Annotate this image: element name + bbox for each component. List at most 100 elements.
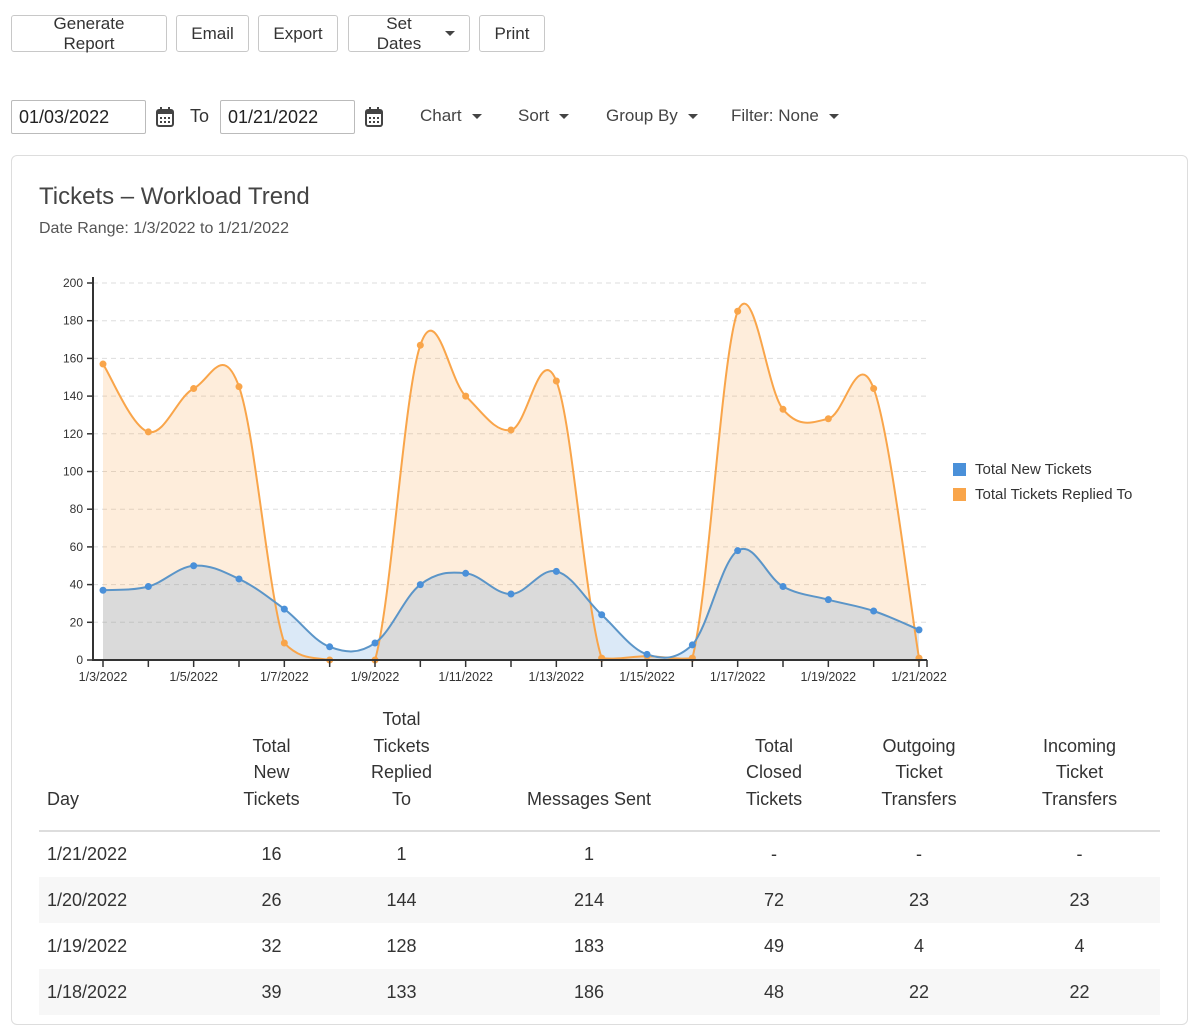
table-header-row: Day Total New Tickets Total Tickets Replied To M… xyxy=(39,706,1160,832)
table-cell: 1/20/2022 xyxy=(39,877,209,923)
report-title: Tickets – Workload Trend xyxy=(39,183,310,210)
column-header-text: Transfers xyxy=(1041,788,1118,809)
chart-dropdown[interactable]: Chart xyxy=(420,106,482,126)
filter-dropdown-label: Filter: None xyxy=(731,106,819,125)
column-header[interactable]: Total New Tickets xyxy=(209,706,334,832)
x-tick-label: 1/13/2022 xyxy=(529,670,585,684)
from-date-input[interactable] xyxy=(11,100,146,134)
table-cell: 144 xyxy=(334,877,469,923)
table-row: 1/20/2022 26 144 214 72 23 23 xyxy=(39,877,1160,923)
table-cell: - xyxy=(1076,844,1083,864)
column-header-text: Incoming xyxy=(1042,735,1117,756)
y-tick-label: 200 xyxy=(63,276,83,290)
data-point xyxy=(99,586,107,594)
x-tick-label: 1/3/2022 xyxy=(79,670,128,684)
column-header[interactable]: Outgoing Ticket Transfers xyxy=(839,706,999,832)
data-point xyxy=(280,605,288,613)
table-cell: 22 xyxy=(999,969,1160,1015)
filter-dropdown[interactable]: Filter: None xyxy=(731,106,839,126)
to-date-input[interactable] xyxy=(220,100,355,134)
legend-item-new-tickets[interactable]: Total New Tickets xyxy=(953,457,1132,482)
data-point xyxy=(870,385,878,393)
calendar-icon[interactable] xyxy=(365,107,383,127)
column-header-text: Transfers xyxy=(881,788,957,809)
table-cell: 4 xyxy=(913,935,924,956)
table-cell: 128 xyxy=(386,935,417,956)
data-point xyxy=(507,426,515,434)
data-point xyxy=(734,307,742,315)
data-point xyxy=(144,428,152,436)
table-cell: 4 xyxy=(1074,935,1085,956)
column-header-text: Closed xyxy=(745,762,803,782)
x-tick-label: 1/7/2022 xyxy=(260,670,309,684)
table-cell: 48 xyxy=(709,969,839,1015)
group-by-dropdown-label: Group By xyxy=(606,106,678,125)
y-tick-label: 160 xyxy=(63,351,83,365)
column-header-text: Outgoing xyxy=(882,735,956,756)
column-header-text: Tickets xyxy=(243,788,300,809)
table-row: 1/19/2022 32 128 183 49 4 4 xyxy=(39,923,1160,969)
data-point xyxy=(643,650,651,658)
data-point xyxy=(371,639,379,647)
data-point xyxy=(598,611,606,619)
generate-report-label: Generate Report xyxy=(53,13,125,53)
table-cell: 32 xyxy=(261,935,282,956)
table-cell: 39 xyxy=(209,969,334,1015)
column-header[interactable]: Day xyxy=(39,706,209,832)
email-button[interactable]: Email xyxy=(176,15,249,52)
table-cell: - xyxy=(771,844,777,864)
generate-report-button[interactable]: Generate Report xyxy=(11,13,167,53)
chart-dropdown-label: Chart xyxy=(420,106,462,125)
y-tick-label: 180 xyxy=(63,314,83,328)
data-point xyxy=(552,567,560,575)
data-point xyxy=(824,415,832,423)
email-label: Email xyxy=(191,23,234,43)
data-point xyxy=(824,596,832,604)
x-tick-label: 1/21/2022 xyxy=(891,670,947,684)
report-table: Day Total New Tickets Total Tickets Replied To M… xyxy=(39,706,1160,1015)
column-header-text: New xyxy=(253,762,290,782)
data-point xyxy=(416,341,424,349)
table-cell: 1/19/2022 xyxy=(47,935,128,956)
table-cell: 183 xyxy=(573,935,605,956)
legend-swatch xyxy=(953,463,966,476)
data-point xyxy=(280,639,288,647)
calendar-icon[interactable] xyxy=(156,107,174,127)
group-by-dropdown[interactable]: Group By xyxy=(606,106,698,126)
data-point xyxy=(190,385,198,393)
data-point xyxy=(416,581,424,589)
table-row: 1/18/2022 39 133 186 48 22 22 xyxy=(39,969,1160,1015)
column-header-text: Ticket xyxy=(895,762,943,782)
column-header[interactable]: Incoming Ticket Transfers xyxy=(999,706,1160,832)
legend-item-replied-to[interactable]: Total Tickets Replied To xyxy=(953,482,1132,507)
series-areas xyxy=(103,303,919,660)
column-header-text: Replied xyxy=(370,762,433,782)
data-point xyxy=(99,360,107,368)
column-header-text: Tickets xyxy=(745,788,803,809)
report-date-range: Date Range: 1/3/2022 to 1/21/2022 xyxy=(39,220,289,237)
chart-legend: Total New Tickets Total Tickets Replied … xyxy=(953,457,1132,507)
export-label: Export xyxy=(273,23,323,43)
column-header[interactable]: Total Tickets Replied To xyxy=(334,706,469,832)
data-point xyxy=(235,383,243,391)
sort-dropdown[interactable]: Sort xyxy=(518,106,570,126)
legend-swatch xyxy=(953,488,966,501)
column-header[interactable]: Total Closed Tickets xyxy=(709,706,839,832)
x-tick-label: 1/15/2022 xyxy=(619,670,675,684)
table-cell: 133 xyxy=(334,969,469,1015)
table-cell: 72 xyxy=(709,877,839,923)
column-header[interactable]: Messages Sent xyxy=(469,706,709,832)
print-button[interactable]: Print xyxy=(479,15,545,52)
table-cell: 1 xyxy=(396,844,407,864)
table-cell: 22 xyxy=(839,969,999,1015)
caret-down-icon xyxy=(828,113,839,119)
data-point xyxy=(688,641,696,649)
export-button[interactable]: Export xyxy=(258,15,338,52)
data-point xyxy=(734,547,742,555)
table-cell: 186 xyxy=(469,969,709,1015)
y-tick-label: 80 xyxy=(70,502,84,516)
set-dates-button[interactable]: Set Dates xyxy=(348,14,470,53)
y-tick-label: 20 xyxy=(70,615,84,629)
table-cell: 49 xyxy=(763,935,785,956)
table-cell: 23 xyxy=(839,877,999,923)
